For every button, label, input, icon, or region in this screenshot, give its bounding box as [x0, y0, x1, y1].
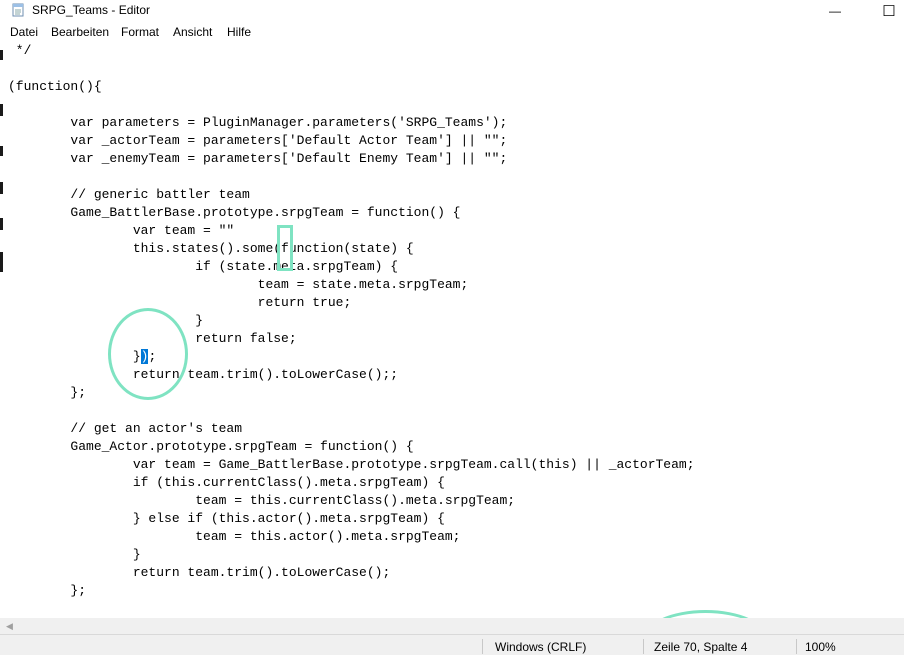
code-text[interactable]: */ (function(){ var parameters = PluginM…	[8, 42, 695, 600]
notepad-icon	[12, 3, 24, 17]
title-bar: SRPG_Teams - Editor — ☐	[0, 0, 904, 22]
maximize-icon: ☐	[882, 3, 896, 20]
menu-item-bearbeiten[interactable]: Bearbeiten	[51, 25, 109, 39]
minimize-button[interactable]: —	[812, 0, 858, 22]
menu-item-ansicht[interactable]: Ansicht	[173, 25, 212, 39]
menu-item-datei[interactable]: Datei	[10, 25, 38, 39]
cursor-position-status: Zeile 70, Spalte 4	[654, 640, 748, 654]
code-after-selection: ; return team.trim().toLowerCase();; }; …	[70, 349, 695, 598]
status-bar: Windows (CRLF) Zeile 70, Spalte 4 100%	[0, 634, 904, 655]
zoom-status: 100%	[805, 640, 836, 654]
horizontal-scrollbar[interactable]: ◀	[0, 618, 904, 634]
text-editor-area[interactable]: */ (function(){ var parameters = PluginM…	[4, 42, 904, 618]
menu-bar: Datei Bearbeiten Format Ansicht Hilfe	[0, 22, 904, 42]
menu-item-hilfe[interactable]: Hilfe	[227, 25, 251, 39]
window-title: SRPG_Teams - Editor	[32, 3, 151, 17]
code-before-selection: */ (function(){ var parameters = PluginM…	[8, 43, 508, 364]
menu-item-format[interactable]: Format	[121, 25, 159, 39]
line-ending-status: Windows (CRLF)	[495, 640, 587, 654]
maximize-button[interactable]: ☐	[866, 0, 904, 22]
scroll-left-icon[interactable]: ◀	[6, 621, 13, 632]
minimize-icon: —	[829, 4, 841, 18]
